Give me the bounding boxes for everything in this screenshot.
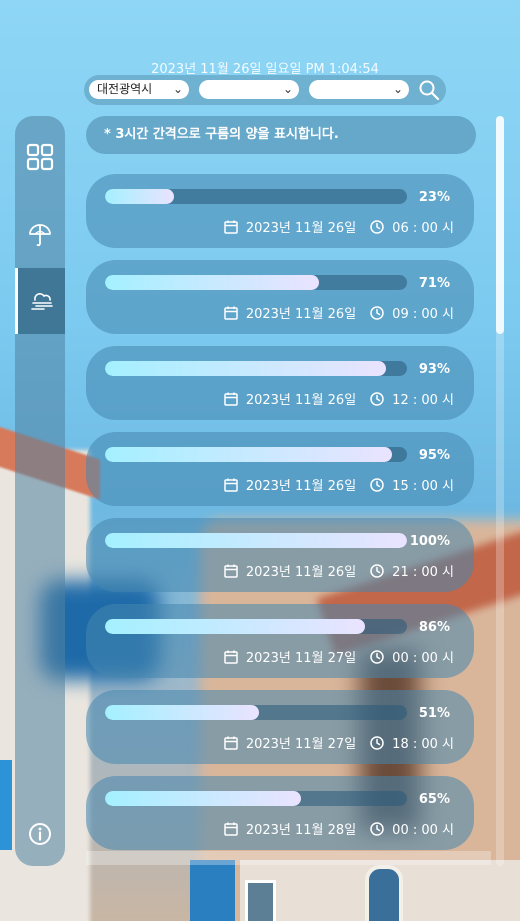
cloud-percent: 95% <box>418 448 450 463</box>
forecast-date: 2023년 11월 28일 <box>245 823 357 838</box>
forecast-datetime: 2023년 11월 27일 18 : 00 시 <box>224 733 454 752</box>
forecast-time: 18 : 00 시 <box>392 737 454 752</box>
cloud-progress-fill <box>105 447 392 462</box>
calendar-icon <box>224 220 238 234</box>
forecast-datetime: 2023년 11월 26일 06 : 00 시 <box>224 217 454 236</box>
cloud-wind-icon <box>30 293 53 310</box>
grid-icon <box>26 143 54 171</box>
forecast-date: 2023년 11월 26일 <box>245 479 357 494</box>
calendar-icon <box>224 650 238 664</box>
cloud-progress-fill <box>105 619 365 634</box>
cloud-progress-fill <box>105 361 386 376</box>
horizontal-scrollbar[interactable] <box>86 851 491 865</box>
forecast-date: 2023년 11월 26일 <box>245 221 357 236</box>
cloud-card: 93% 2023년 11월 26일 12 : 00 시 <box>86 346 474 420</box>
cloud-card: 100% 2023년 11월 26일 21 : 00 시 <box>86 518 474 592</box>
forecast-datetime: 2023년 11월 28일 00 : 00 시 <box>224 819 454 838</box>
clock-icon <box>370 219 384 234</box>
forecast-time: 06 : 00 시 <box>392 221 454 236</box>
cloud-percent: 71% <box>418 276 450 291</box>
cloud-card: 51% 2023년 11월 27일 18 : 00 시 <box>86 690 474 764</box>
forecast-datetime: 2023년 11월 26일 21 : 00 시 <box>224 561 454 580</box>
chevron-down-icon: ⌄ <box>172 82 183 96</box>
cloud-progress-track <box>105 189 407 204</box>
clock-icon <box>370 305 384 320</box>
umbrella-icon <box>29 224 51 247</box>
info-icon[interactable] <box>28 822 52 846</box>
cloud-progress-track <box>105 619 407 634</box>
clock-icon <box>370 649 384 664</box>
forecast-time: 00 : 00 시 <box>392 651 454 666</box>
clock-icon <box>370 563 384 578</box>
cloud-card: 86% 2023년 11월 27일 00 : 00 시 <box>86 604 474 678</box>
region-select-town[interactable]: ⌄ <box>309 80 409 99</box>
scrollbar-thumb[interactable] <box>496 116 504 334</box>
forecast-date: 2023년 11월 26일 <box>245 307 357 322</box>
cloud-percent: 86% <box>418 620 450 635</box>
calendar-icon <box>224 478 238 492</box>
clock-icon <box>370 821 384 836</box>
search-icon[interactable] <box>418 79 440 101</box>
sidebar-item-rain[interactable] <box>15 202 65 268</box>
forecast-datetime: 2023년 11월 26일 12 : 00 시 <box>224 389 454 408</box>
cloud-progress-track <box>105 361 407 376</box>
region-select-district[interactable]: ⌄ <box>199 80 299 99</box>
forecast-date: 2023년 11월 27일 <box>245 651 357 666</box>
cloud-progress-track <box>105 533 407 548</box>
calendar-icon <box>224 306 238 320</box>
calendar-icon <box>224 736 238 750</box>
sidebar-item-clouds[interactable] <box>15 268 65 334</box>
region-select-city-value: 대전광역시 <box>97 82 153 96</box>
cloud-progress-fill <box>105 533 407 548</box>
cloud-progress-track <box>105 275 407 290</box>
cloud-card: 23% 2023년 11월 26일 06 : 00 시 <box>86 174 474 248</box>
region-select-bar: 대전광역시 ⌄ ⌄ ⌄ <box>84 75 446 105</box>
forecast-datetime: 2023년 11월 26일 09 : 00 시 <box>224 303 454 322</box>
cloud-percent: 93% <box>418 362 450 377</box>
cloud-percent: 51% <box>418 706 450 721</box>
forecast-datetime: 2023년 11월 27일 00 : 00 시 <box>224 647 454 666</box>
forecast-date: 2023년 11월 27일 <box>245 737 357 752</box>
interval-notice: * 3시간 간격으로 구름의 양을 표시합니다. <box>86 116 476 154</box>
forecast-time: 12 : 00 시 <box>392 393 454 408</box>
forecast-time: 09 : 00 시 <box>392 307 454 322</box>
chevron-down-icon: ⌄ <box>282 82 293 96</box>
calendar-icon <box>224 564 238 578</box>
cloud-percent: 65% <box>418 792 450 807</box>
clock-icon <box>370 735 384 750</box>
forecast-date: 2023년 11월 26일 <box>245 565 357 580</box>
forecast-time: 00 : 00 시 <box>392 823 454 838</box>
cloud-card: 95% 2023년 11월 26일 15 : 00 시 <box>86 432 474 506</box>
sidebar-item-dashboard[interactable] <box>15 124 65 190</box>
calendar-icon <box>224 822 238 836</box>
cloud-progress-fill <box>105 705 260 720</box>
cloud-progress-track <box>105 447 407 462</box>
forecast-date: 2023년 11월 26일 <box>245 393 357 408</box>
cloud-card: 71% 2023년 11월 26일 09 : 00 시 <box>86 260 474 334</box>
cloud-progress-track <box>105 791 407 806</box>
cloud-progress-fill <box>105 189 175 204</box>
calendar-icon <box>224 392 238 406</box>
clock-icon <box>370 477 384 492</box>
chevron-down-icon: ⌄ <box>392 82 403 96</box>
cloud-progress-track <box>105 705 407 720</box>
cloud-progress-fill <box>105 791 302 806</box>
sidebar <box>15 116 65 866</box>
cloud-card: 65% 2023년 11월 28일 00 : 00 시 <box>86 776 474 850</box>
region-select-city[interactable]: 대전광역시 ⌄ <box>89 80 189 99</box>
cloud-percent: 100% <box>409 534 450 549</box>
vertical-scrollbar[interactable] <box>496 116 504 866</box>
forecast-time: 21 : 00 시 <box>392 565 454 580</box>
clock-icon <box>370 391 384 406</box>
cloud-progress-fill <box>105 275 320 290</box>
cloud-percent: 23% <box>418 190 450 205</box>
forecast-datetime: 2023년 11월 26일 15 : 00 시 <box>224 475 454 494</box>
forecast-time: 15 : 00 시 <box>392 479 454 494</box>
